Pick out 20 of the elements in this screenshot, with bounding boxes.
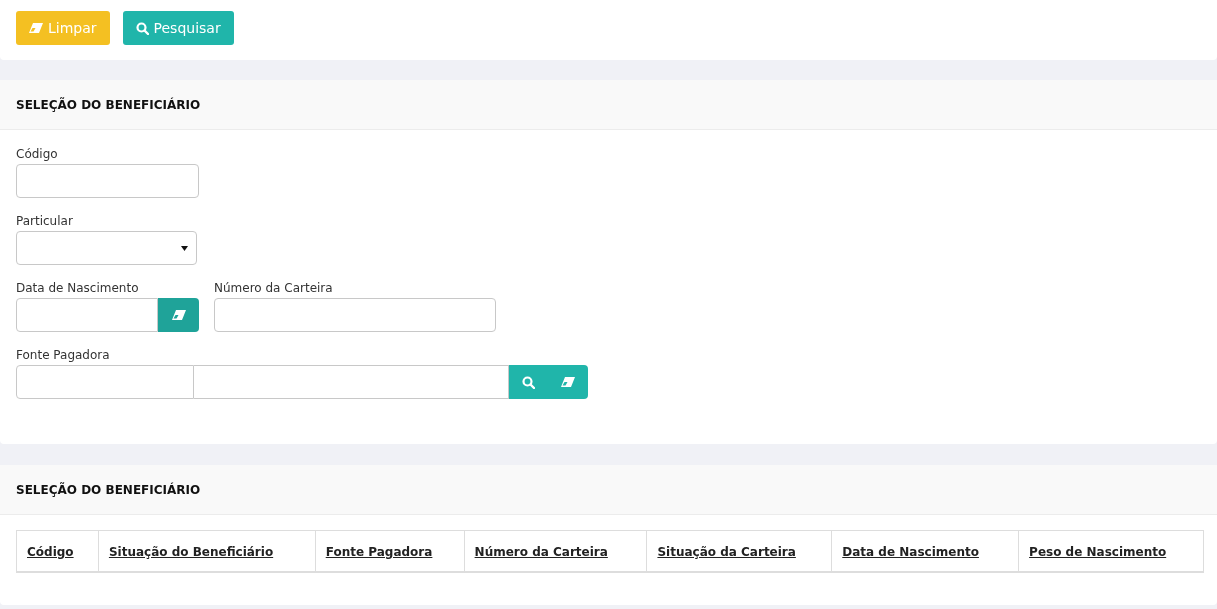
field-label: Fonte Pagadora: [16, 347, 111, 363]
section-header: SELEÇÃO DO BENEFICIÁRIO: [0, 465, 1217, 515]
eraser-icon: [171, 310, 186, 320]
eraser-icon: [29, 23, 43, 33]
field-label: Particular: [16, 213, 74, 229]
field-label: Código: [16, 146, 59, 162]
search-icon: [135, 21, 149, 35]
dropdown-arrow-icon: [181, 245, 188, 251]
field-label: Número da Carteira: [214, 280, 334, 296]
section-header: SELEÇÃO DO BENEFICIÁRIO: [0, 80, 1217, 130]
search-icon: [522, 375, 535, 389]
eraser-icon: [561, 377, 575, 387]
input-field[interactable]: [16, 164, 199, 198]
select-field[interactable]: [16, 231, 197, 265]
field-label: Data de Nascimento: [16, 280, 140, 296]
clear-button[interactable]: [158, 298, 199, 332]
code-field[interactable]: [16, 365, 194, 399]
date-field[interactable]: [16, 298, 158, 332]
description-field[interactable]: [194, 365, 509, 399]
input-field[interactable]: [214, 298, 496, 332]
